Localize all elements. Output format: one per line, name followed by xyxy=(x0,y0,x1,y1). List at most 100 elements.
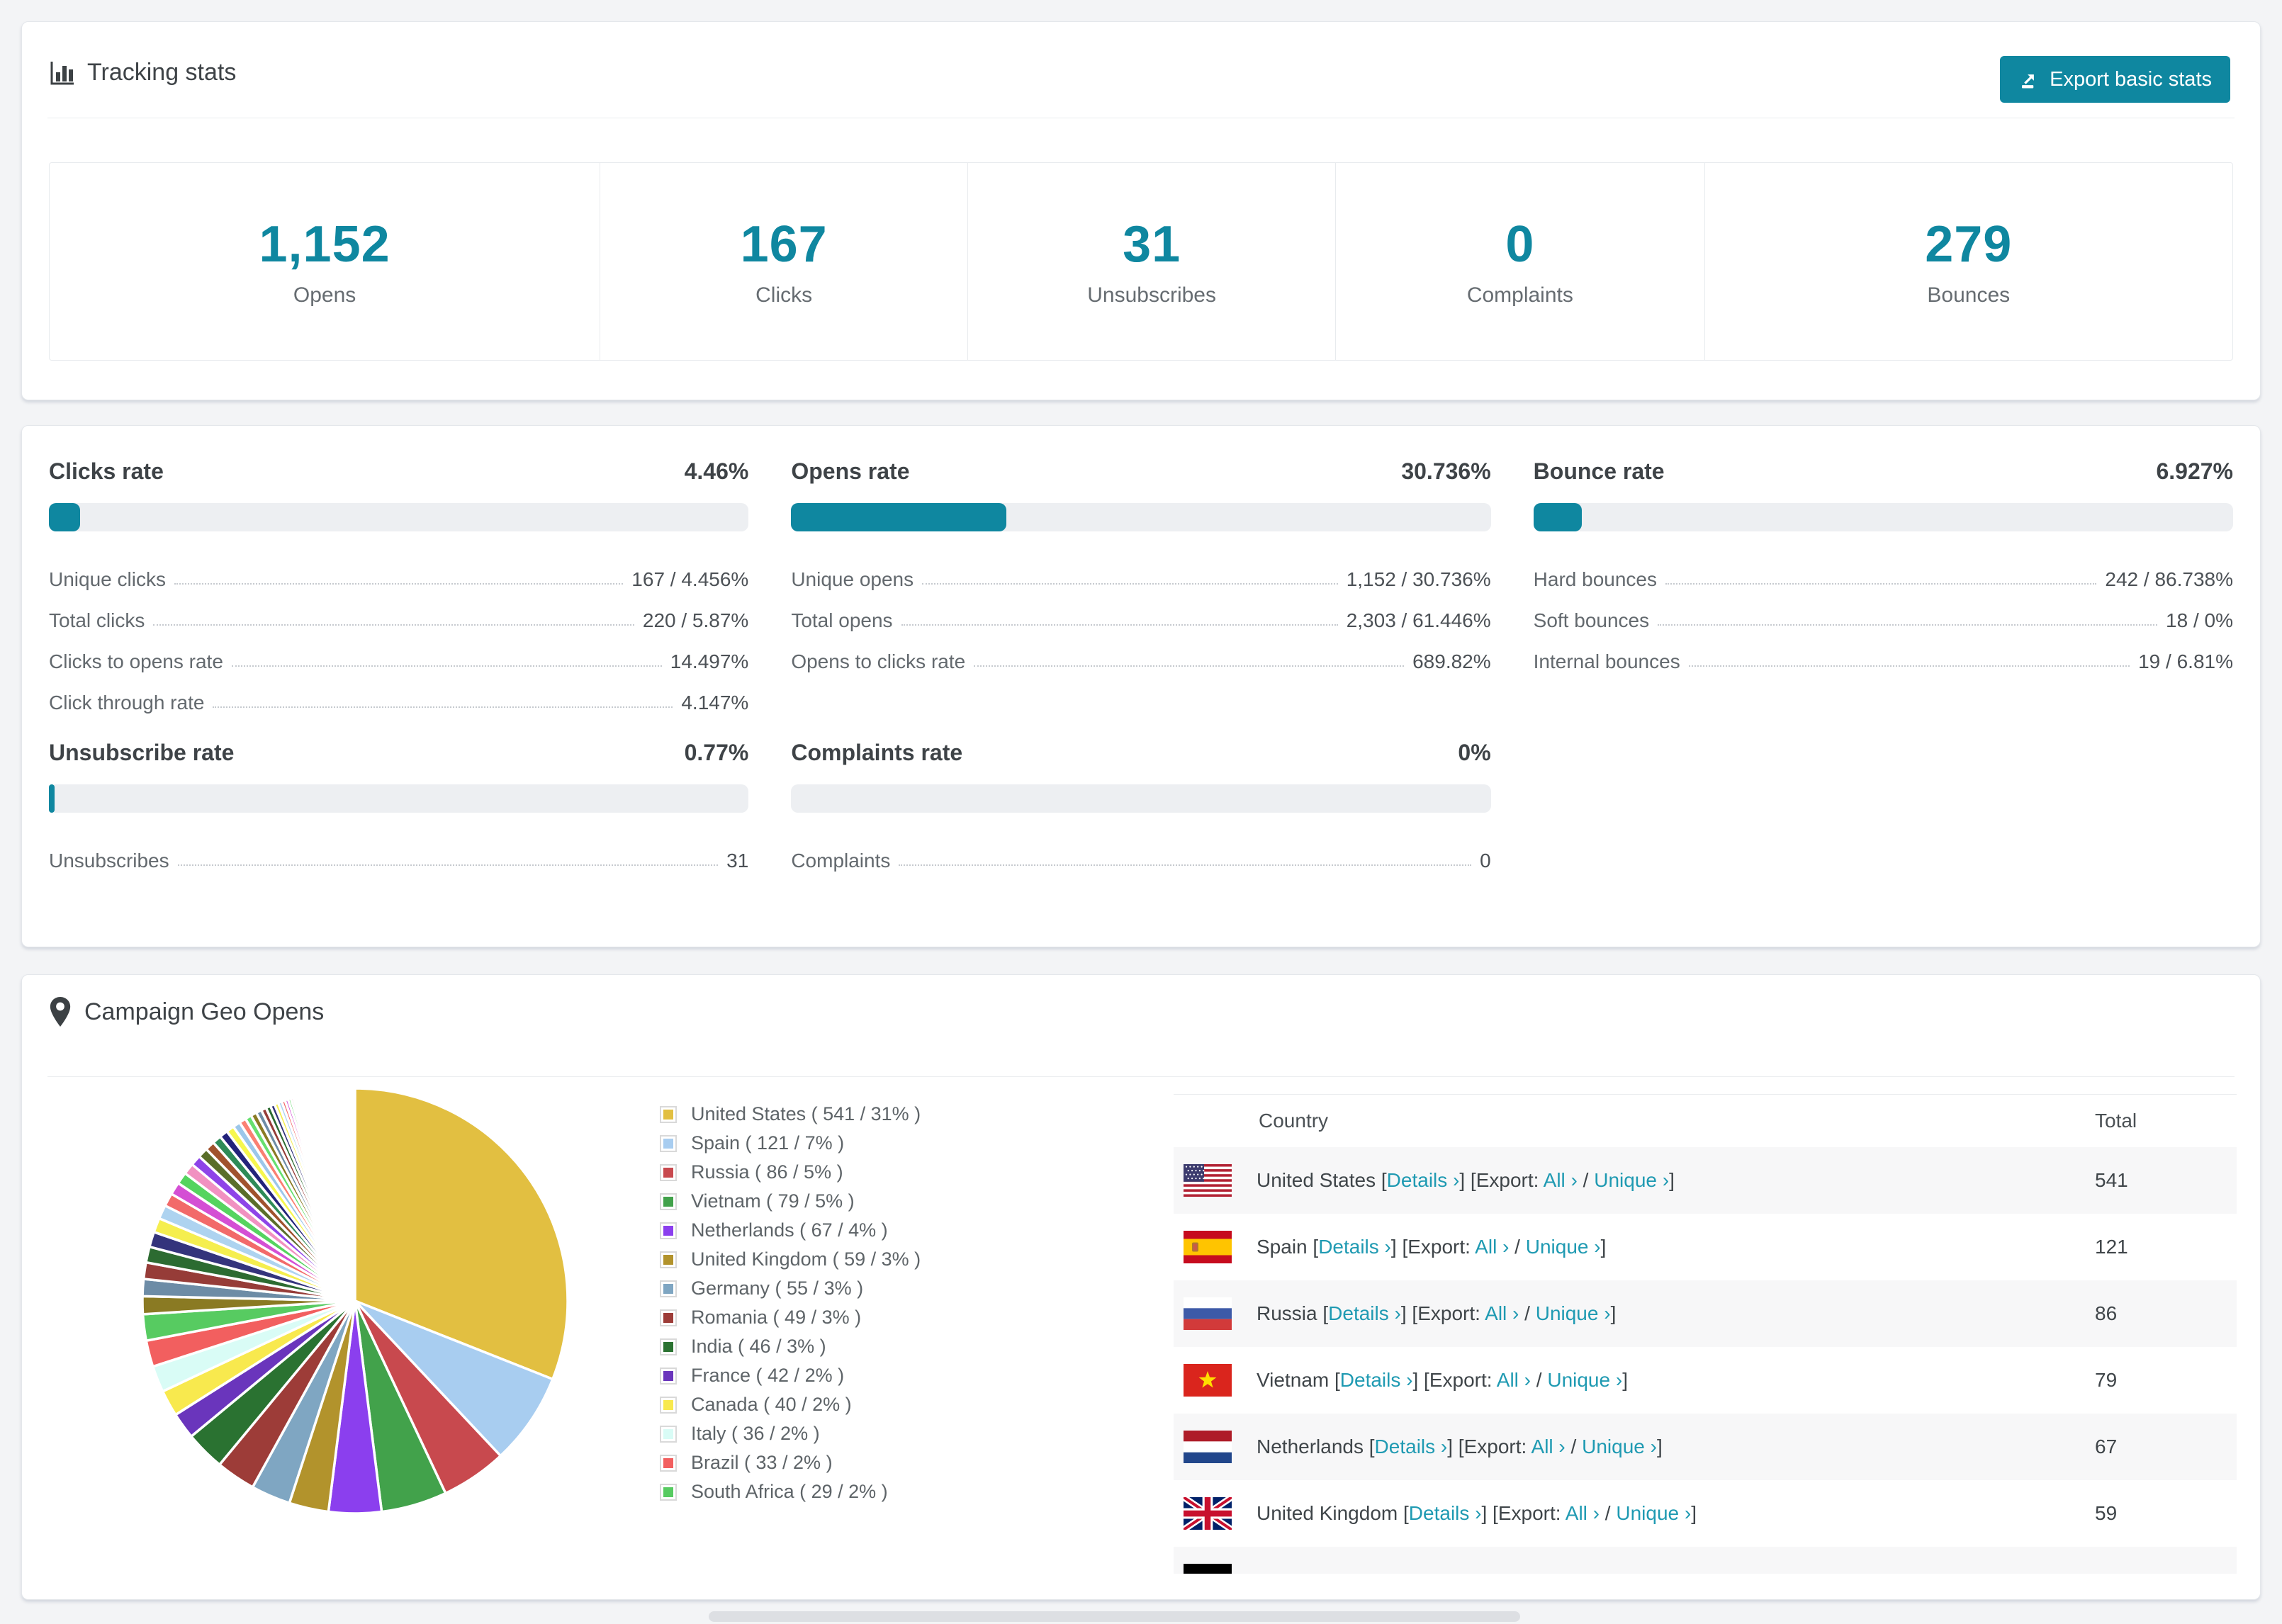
rate-detail-label: Unique clicks xyxy=(49,568,166,590)
legend-label: Russia ( 86 / 5% ) xyxy=(691,1161,843,1183)
legend-label: France ( 42 / 2% ) xyxy=(691,1365,845,1386)
legend-item-italy: Italy ( 36 / 2% ) xyxy=(660,1419,921,1448)
geo-opens-title: Campaign Geo Opens xyxy=(84,998,325,1025)
campaign-geo-opens-card: Campaign Geo Opens United States ( 541 /… xyxy=(21,974,2261,1600)
legend-swatch xyxy=(660,1483,677,1501)
rate-progress-track xyxy=(791,784,1491,813)
rate-block-opens-rate: Opens rate 30.736% Unique opens 1,152 / … xyxy=(791,458,1491,714)
rate-value: 30.736% xyxy=(1401,458,1491,484)
rate-detail-row: Opens to clicks rate 689.82% xyxy=(791,632,1490,673)
legend-swatch xyxy=(660,1192,677,1210)
rate-detail-label: Unsubscribes xyxy=(49,850,169,872)
rate-detail-value: 1,152 / 30.736% xyxy=(1346,568,1491,590)
summary-stats-box: 1,152 Opens 167 Clicks 31 Unsubscribes 0 Co… xyxy=(49,162,2233,361)
rate-detail-label: Opens to clicks rate xyxy=(791,650,966,672)
rate-title: Unsubscribe rate xyxy=(49,740,235,765)
export-all-link[interactable]: All › xyxy=(1475,1236,1509,1258)
rate-detail-row: Total opens 2,303 / 61.446% xyxy=(791,591,1490,632)
rate-detail-value: 167 / 4.456% xyxy=(631,568,749,590)
export-unique-link[interactable]: Unique › xyxy=(1547,1369,1622,1391)
rate-detail-value: 14.497% xyxy=(670,650,749,672)
details-link[interactable]: Details › xyxy=(1328,1302,1401,1324)
rate-detail-row: Complaints 0 xyxy=(791,831,1490,872)
dotted-leader xyxy=(1665,583,2097,585)
legend-label: Romania ( 49 / 3% ) xyxy=(691,1307,862,1328)
rate-title: Opens rate xyxy=(791,458,910,484)
legend-label: Vietnam ( 79 / 5% ) xyxy=(691,1190,855,1212)
dotted-leader xyxy=(1658,624,2158,626)
stat-value: 279 xyxy=(1925,216,2013,273)
details-link[interactable]: Details › xyxy=(1375,1436,1448,1457)
details-link[interactable]: Details › xyxy=(1318,1236,1391,1258)
legend-item-india: India ( 46 / 3% ) xyxy=(660,1332,921,1361)
country-total: 67 xyxy=(2095,1436,2118,1457)
rate-detail-label: Click through rate xyxy=(49,692,205,714)
export-all-link[interactable]: All › xyxy=(1497,1369,1531,1391)
export-all-link[interactable]: All › xyxy=(1566,1502,1600,1524)
legend-swatch xyxy=(660,1105,677,1123)
rates-card: Clicks rate 4.46% Unique clicks 167 / 4.… xyxy=(21,425,2261,947)
legend-item-canada: Canada ( 40 / 2% ) xyxy=(660,1390,921,1419)
rate-detail-label: Total opens xyxy=(791,609,893,631)
legend-swatch xyxy=(660,1309,677,1326)
legend-swatch xyxy=(660,1280,677,1297)
us-flag-icon xyxy=(1184,1164,1232,1197)
legend-item-romania: Romania ( 49 / 3% ) xyxy=(660,1303,921,1332)
rate-progress-fill xyxy=(49,503,81,531)
export-unique-link[interactable]: Unique › xyxy=(1526,1236,1601,1258)
export-all-link[interactable]: All › xyxy=(1544,1169,1578,1191)
export-all-link[interactable]: All › xyxy=(1531,1436,1566,1457)
tracking-stats-card: Tracking stats Export basic stats 1,152 … xyxy=(21,21,2261,400)
rate-detail-label: Unique opens xyxy=(791,568,914,590)
details-link[interactable]: Details › xyxy=(1409,1502,1482,1524)
country-total: 541 xyxy=(2095,1169,2128,1191)
legend-item-brazil: Brazil ( 33 / 2% ) xyxy=(660,1448,921,1477)
export-basic-stats-label: Export basic stats xyxy=(2050,67,2212,91)
geo-table-row-vietnam: Vietnam [Details ›] [Export: All › / Uni… xyxy=(1174,1347,2237,1414)
rate-detail-row: Click through rate 4.147% xyxy=(49,673,748,714)
legend-label: South Africa ( 29 / 2% ) xyxy=(691,1481,888,1502)
export-unique-link[interactable]: Unique › xyxy=(1594,1169,1669,1191)
map-pin-icon xyxy=(50,997,71,1027)
horizontal-scrollbar-thumb[interactable] xyxy=(709,1611,1520,1622)
country-name: Russia xyxy=(1257,1302,1317,1324)
rate-progress-fill xyxy=(791,503,1006,531)
export-all-link[interactable]: All › xyxy=(1485,1302,1519,1324)
total-column-header: Total xyxy=(2095,1110,2137,1132)
stat-cell-opens: 1,152 Opens xyxy=(50,163,600,360)
pie-legend: United States ( 541 / 31% ) Spain ( 121 … xyxy=(660,1100,921,1506)
details-link[interactable]: Details › xyxy=(1387,1169,1460,1191)
stat-label: Unsubscribes xyxy=(1087,283,1216,307)
dotted-leader xyxy=(213,706,673,708)
rate-detail-label: Hard bounces xyxy=(1533,568,1657,590)
de-flag-icon xyxy=(1184,1564,1232,1574)
legend-swatch xyxy=(660,1425,677,1443)
rate-detail-value: 2,303 / 61.446% xyxy=(1346,609,1491,631)
country-name: United States xyxy=(1257,1169,1376,1191)
geo-opens-table: Country Total United States [Details ›] … xyxy=(1174,1094,2237,1574)
legend-swatch xyxy=(660,1222,677,1239)
rate-block-unsubscribe-rate: Unsubscribe rate 0.77% Unsubscribes 31 xyxy=(49,740,749,872)
rate-detail-value: 18 / 0% xyxy=(2166,609,2233,631)
stat-label: Clicks xyxy=(755,283,813,307)
rate-detail-value: 220 / 5.87% xyxy=(642,609,749,631)
rate-detail-value: 4.147% xyxy=(681,692,749,714)
export-basic-stats-button[interactable]: Export basic stats xyxy=(2000,56,2230,103)
export-unique-link[interactable]: Unique › xyxy=(1616,1502,1691,1524)
country-name: Netherlands xyxy=(1257,1436,1364,1457)
dotted-leader xyxy=(174,583,624,585)
dotted-leader xyxy=(1688,665,2130,667)
export-unique-link[interactable]: Unique › xyxy=(1536,1302,1611,1324)
rate-title: Bounce rate xyxy=(1533,458,1665,484)
details-link[interactable]: Details › xyxy=(1340,1369,1413,1391)
rate-value: 0.77% xyxy=(684,740,749,765)
rate-detail-row: Unique clicks 167 / 4.456% xyxy=(49,550,748,591)
rate-detail-row: Internal bounces 19 / 6.81% xyxy=(1534,632,2233,673)
export-unique-link[interactable]: Unique › xyxy=(1582,1436,1657,1457)
dotted-leader xyxy=(899,864,1472,866)
rate-progress-fill xyxy=(49,784,55,813)
rate-progress-fill xyxy=(1533,503,1583,531)
dotted-leader xyxy=(922,583,1338,585)
stat-label: Bounces xyxy=(1927,283,2011,307)
rate-title: Clicks rate xyxy=(49,458,164,484)
